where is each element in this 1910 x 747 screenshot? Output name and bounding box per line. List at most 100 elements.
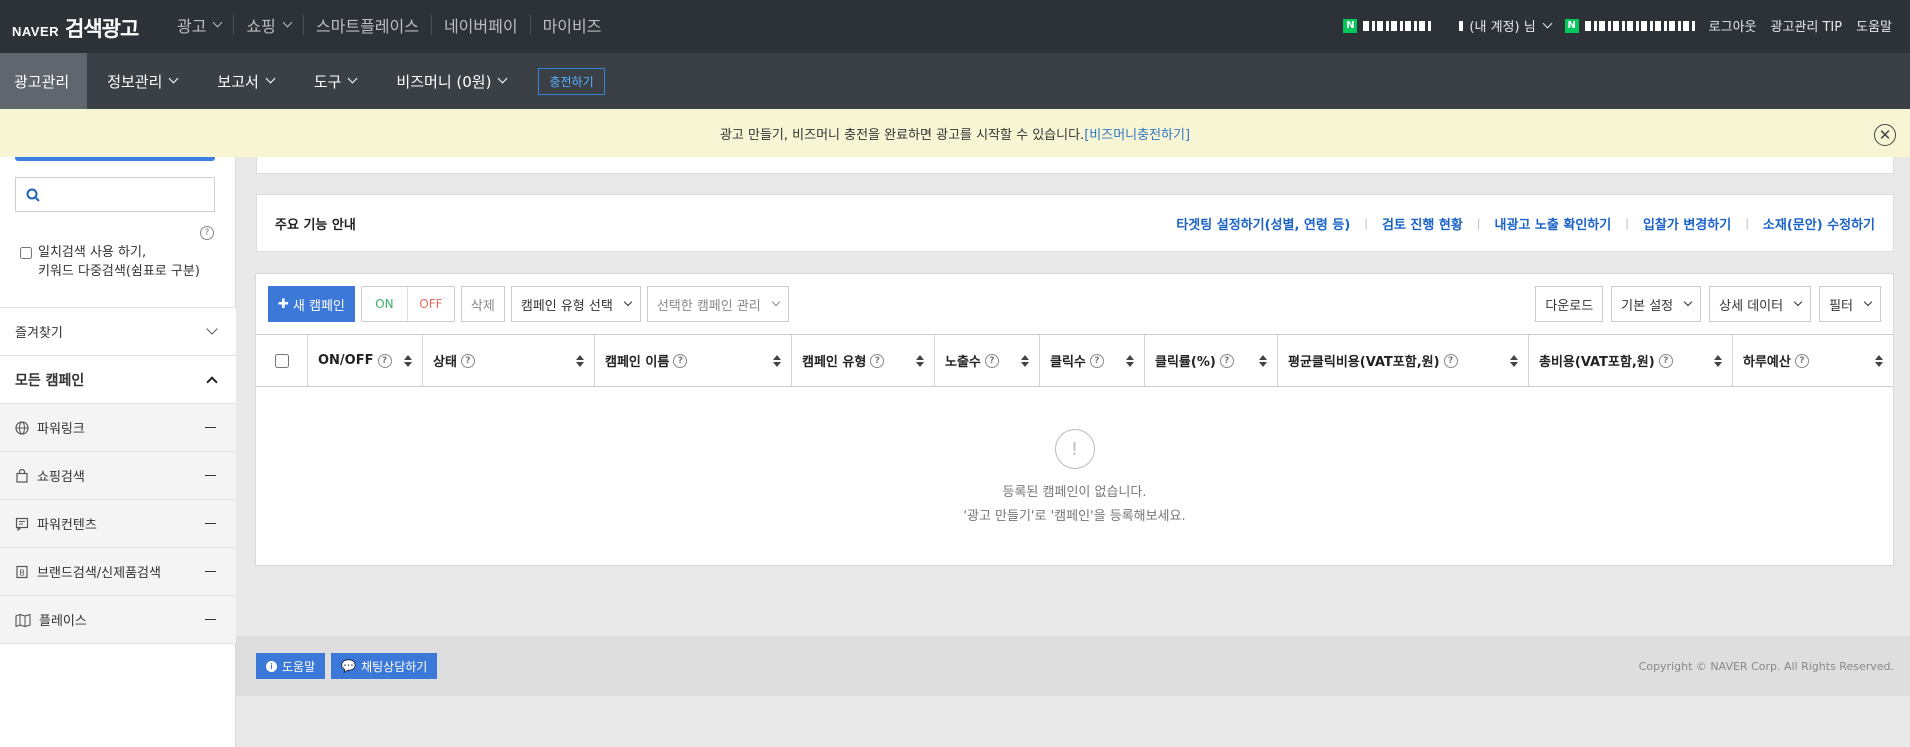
- charge-bizmoney-link[interactable]: [비즈머니충전하기]: [1084, 124, 1190, 143]
- sort-icon[interactable]: [576, 354, 584, 367]
- naver-logo-text: NAVER: [12, 24, 60, 39]
- help-icon[interactable]: ?: [1658, 353, 1673, 368]
- help-icon[interactable]: ?: [984, 353, 999, 368]
- filter-select[interactable]: 필터: [1819, 286, 1881, 322]
- download-button[interactable]: 다운로드: [1535, 286, 1604, 322]
- campaign-type-label: 쇼핑검색: [37, 470, 85, 485]
- account-menu[interactable]: N (내 계정) 님: [1343, 16, 1553, 35]
- tab-tools[interactable]: 도구: [294, 53, 377, 109]
- campaign-search-input[interactable]: [15, 177, 215, 212]
- close-icon[interactable]: ✕: [1874, 124, 1896, 146]
- help-icon[interactable]: ?: [1219, 353, 1234, 368]
- help-icon[interactable]: ?: [1443, 353, 1458, 368]
- campaign-type-select[interactable]: 캠페인 유형 선택: [510, 286, 641, 322]
- help-icon[interactable]: ?: [200, 224, 214, 240]
- tab-reports[interactable]: 보고서: [197, 53, 293, 109]
- exact-match-label: 키워드 다중검색(쉼표로 구분): [38, 264, 200, 279]
- logout-link[interactable]: 로그아웃: [1709, 16, 1757, 35]
- sort-icon[interactable]: [1021, 354, 1029, 367]
- column-header-avg-cpc[interactable]: 평균클릭비용(VAT포함,원)?: [1277, 335, 1528, 386]
- targeting-link[interactable]: 타겟팅 설정하기(성별, 연령 등): [1176, 214, 1350, 233]
- sort-icon[interactable]: [1510, 354, 1518, 367]
- sidebar-favorites[interactable]: 즐겨찾기: [0, 307, 236, 355]
- help-icon[interactable]: ?: [673, 353, 688, 368]
- separator: |: [1364, 216, 1368, 230]
- top-nav-naverpay[interactable]: 네이버페이: [430, 15, 530, 36]
- help-icon[interactable]: ?: [1794, 353, 1809, 368]
- delete-button[interactable]: 삭제: [460, 286, 505, 322]
- search-field[interactable]: [46, 187, 206, 202]
- sidebar-item-brandsearch[interactable]: B 브랜드검색/신제품검색: [0, 547, 236, 595]
- logo[interactable]: NAVER 검색광고: [12, 13, 139, 43]
- help-icon[interactable]: ?: [1089, 353, 1104, 368]
- chevron-down-icon: [213, 17, 223, 28]
- account-switch[interactable]: N: [1564, 18, 1695, 33]
- copyright: Copyright © NAVER Corp. All Rights Reser…: [1638, 660, 1894, 673]
- select-label: 선택한 캠페인 관리: [656, 298, 761, 314]
- basic-settings-select[interactable]: 기본 설정: [1611, 286, 1702, 322]
- column-header-impressions[interactable]: 노출수?: [934, 335, 1039, 386]
- sort-icon[interactable]: [1259, 354, 1267, 367]
- tip-link[interactable]: 광고관리 TIP: [1771, 16, 1843, 35]
- review-status-link[interactable]: 검토 진행 현황: [1382, 214, 1463, 233]
- column-header-status[interactable]: 상태?: [422, 335, 594, 386]
- sort-icon[interactable]: [1714, 354, 1722, 367]
- exact-match-checkbox[interactable]: [20, 247, 32, 259]
- charge-button[interactable]: 충전하기: [538, 67, 605, 95]
- collapse-icon[interactable]: [205, 522, 216, 525]
- column-header-daily-budget[interactable]: 하루예산?: [1732, 335, 1893, 386]
- column-header-campaign-type[interactable]: 캠페인 유형?: [791, 335, 934, 386]
- sort-icon[interactable]: [916, 354, 924, 367]
- sidebar-create-button-edge[interactable]: [15, 157, 215, 161]
- collapse-icon[interactable]: [205, 570, 216, 573]
- collapse-icon[interactable]: [205, 474, 216, 477]
- top-nav: 광고 쇼핑 스마트플레이스 네이버페이 마이비즈: [165, 15, 614, 36]
- chat-consult-button[interactable]: 💬 채팅상담하기: [331, 653, 438, 679]
- column-label: 평균클릭비용(VAT포함,원): [1288, 355, 1440, 370]
- bid-change-link[interactable]: 입찰가 변경하기: [1643, 214, 1731, 233]
- sort-icon[interactable]: [773, 354, 781, 367]
- collapse-icon[interactable]: [205, 618, 216, 621]
- column-header-ctr[interactable]: 클릭률(%)?: [1144, 335, 1277, 386]
- column-header-onoff[interactable]: ON/OFF?: [307, 335, 422, 386]
- column-header-total-cost[interactable]: 총비용(VAT포함,원)?: [1528, 335, 1732, 386]
- tab-bizmoney[interactable]: 비즈머니 (0원): [376, 53, 526, 109]
- help-icon[interactable]: ?: [377, 353, 392, 368]
- detail-data-select[interactable]: 상세 데이터: [1709, 286, 1812, 322]
- campaign-table-header: ON/OFF? 상태? 캠페인 이름? 캠페인 유형? 노출수? 클릭수? 클릭…: [256, 334, 1893, 387]
- column-header-clicks[interactable]: 클릭수?: [1039, 335, 1144, 386]
- sidebar-item-powerlink[interactable]: 파워링크: [0, 403, 236, 451]
- top-nav-shopping[interactable]: 쇼핑: [233, 15, 302, 36]
- top-nav-ad[interactable]: 광고: [165, 15, 233, 36]
- collapse-icon[interactable]: [205, 426, 216, 429]
- sidebar-all-campaigns[interactable]: 모든 캠페인: [0, 355, 236, 403]
- sort-icon[interactable]: [1126, 354, 1134, 367]
- manage-selected-select[interactable]: 선택한 캠페인 관리: [646, 286, 789, 322]
- brand-icon: B: [16, 565, 28, 578]
- help-button[interactable]: i 도움말: [256, 653, 326, 679]
- help-icon[interactable]: ?: [460, 353, 475, 368]
- help-icon[interactable]: ?: [870, 353, 885, 368]
- sidebar-item-powercontents[interactable]: 파워컨텐츠: [0, 499, 236, 547]
- tab-info-management[interactable]: 정보관리: [87, 53, 197, 109]
- sidebar-item-shopping[interactable]: 쇼핑검색: [0, 451, 236, 499]
- content-icon: [15, 517, 29, 531]
- sidebar-item-place[interactable]: 플레이스: [0, 595, 236, 643]
- sort-icon[interactable]: [1875, 354, 1883, 367]
- exact-match-option[interactable]: 일치검색 사용 하기, 키워드 다중검색(쉼표로 구분): [20, 243, 200, 281]
- tab-ad-management[interactable]: 광고관리: [0, 53, 88, 109]
- top-nav-mybiz[interactable]: 마이비즈: [529, 15, 614, 36]
- on-button[interactable]: ON: [362, 287, 408, 321]
- ad-exposure-link[interactable]: 내광고 노출 확인하기: [1495, 214, 1612, 233]
- top-nav-smartplace[interactable]: 스마트플레이스: [302, 15, 431, 36]
- select-all-checkbox[interactable]: [274, 353, 289, 368]
- help-link[interactable]: 도움말: [1856, 16, 1892, 35]
- edit-creative-link[interactable]: 소재(문안) 수정하기: [1763, 214, 1875, 233]
- new-campaign-button[interactable]: ✚ 새 캠페인: [268, 286, 355, 322]
- exact-match-label: 일치검색 사용 하기,: [38, 245, 147, 260]
- chat-button-label: 채팅상담하기: [361, 659, 428, 674]
- column-header-campaign-name[interactable]: 캠페인 이름?: [594, 335, 791, 386]
- campaign-panel: ✚ 새 캠페인 ON OFF 삭제 캠페인 유형 선택 선택한 캠페인 관리 다운…: [255, 273, 1894, 566]
- sort-icon[interactable]: [404, 354, 412, 367]
- off-button[interactable]: OFF: [408, 287, 454, 321]
